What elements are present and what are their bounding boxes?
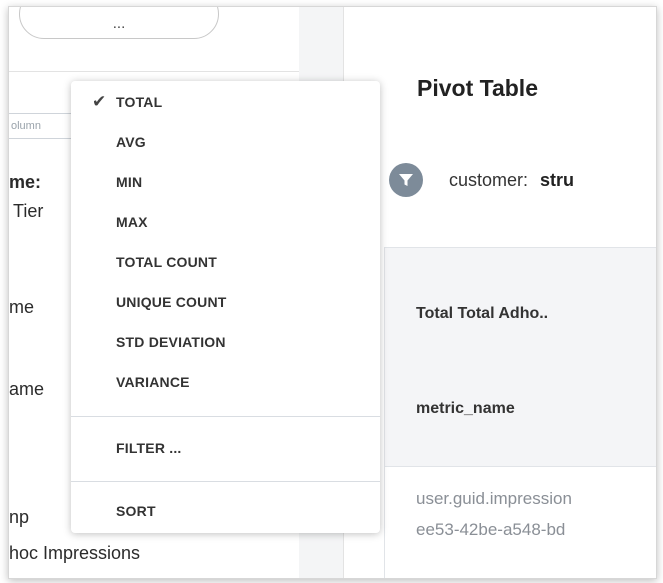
menu-item-variance[interactable]: VARIANCE: [71, 363, 380, 401]
menu-item-label: AVG: [116, 134, 146, 150]
menu-item-total-count[interactable]: TOTAL COUNT: [71, 243, 380, 281]
filter-label: customer:: [449, 169, 529, 190]
page-title: Pivot Table: [417, 75, 538, 101]
menu-item-max[interactable]: MAX: [71, 203, 380, 241]
menu-item-label: MIN: [116, 174, 143, 190]
left-text-name: me:: [9, 172, 42, 192]
menu-item-avg[interactable]: AVG: [71, 123, 380, 161]
filter-value[interactable]: stru: [540, 170, 574, 191]
menu-item-min[interactable]: MIN: [71, 163, 380, 201]
left-text-adhoc-impressions: hoc Impressions: [9, 543, 141, 563]
left-text-np: np: [9, 507, 30, 527]
menu-item-unique-count[interactable]: UNIQUE COUNT: [71, 283, 380, 321]
table-column-header[interactable]: Total Total Adho..: [385, 247, 656, 355]
funnel-icon: [399, 174, 413, 186]
menu-item-filter[interactable]: FILTER ...: [71, 429, 380, 467]
app-frame: ... olumn me: Tier me ame np hoc Impress…: [8, 6, 657, 579]
table-row[interactable]: user.guid.impression ee53-42be-a548-bd: [385, 467, 656, 578]
table-cell-line-2: ee53-42be-a548-bd: [416, 520, 566, 539]
left-panel-divider: [9, 71, 299, 72]
top-pill-label: ...: [112, 15, 126, 32]
menu-item-label: VARIANCE: [116, 374, 190, 390]
menu-item-label: MAX: [116, 214, 148, 230]
column-search-input[interactable]: olumn: [9, 113, 75, 139]
menu-item-label: STD DEVIATION: [116, 334, 226, 350]
column-header-label: Total Total Adho..: [416, 305, 549, 322]
left-text-ame: ame: [9, 379, 45, 399]
menu-item-label: UNIQUE COUNT: [116, 294, 227, 310]
table-row-header[interactable]: metric_name: [385, 354, 656, 467]
pivot-table: Total Total Adho.. metric_name user.guid…: [384, 247, 656, 578]
filter-funnel-icon[interactable]: [389, 163, 423, 197]
right-panel: Pivot Table customer: stru Total Total A…: [344, 7, 656, 578]
menu-item-std-deviation[interactable]: STD DEVIATION: [71, 323, 380, 361]
menu-item-total[interactable]: ✔ TOTAL: [71, 83, 380, 121]
menu-item-label: SORT: [116, 503, 156, 519]
filter-row: customer: stru: [389, 163, 574, 197]
row-header-label: metric_name: [416, 400, 515, 417]
menu-item-label: TOTAL: [116, 94, 163, 110]
check-icon: ✔: [92, 92, 107, 111]
menu-divider: [71, 416, 380, 417]
top-pill-button[interactable]: ...: [19, 7, 219, 39]
aggregation-menu: ✔ TOTAL AVG MIN MAX TOTAL COUNT UNIQUE C…: [71, 81, 380, 533]
table-cell-line-1: user.guid.impression: [416, 489, 572, 508]
menu-divider: [71, 481, 380, 482]
menu-item-label: FILTER ...: [116, 440, 182, 456]
menu-item-label: TOTAL COUNT: [116, 254, 217, 270]
left-text-me: me: [9, 297, 35, 317]
left-text-tier: Tier: [13, 201, 44, 221]
menu-item-sort[interactable]: SORT: [71, 492, 380, 530]
